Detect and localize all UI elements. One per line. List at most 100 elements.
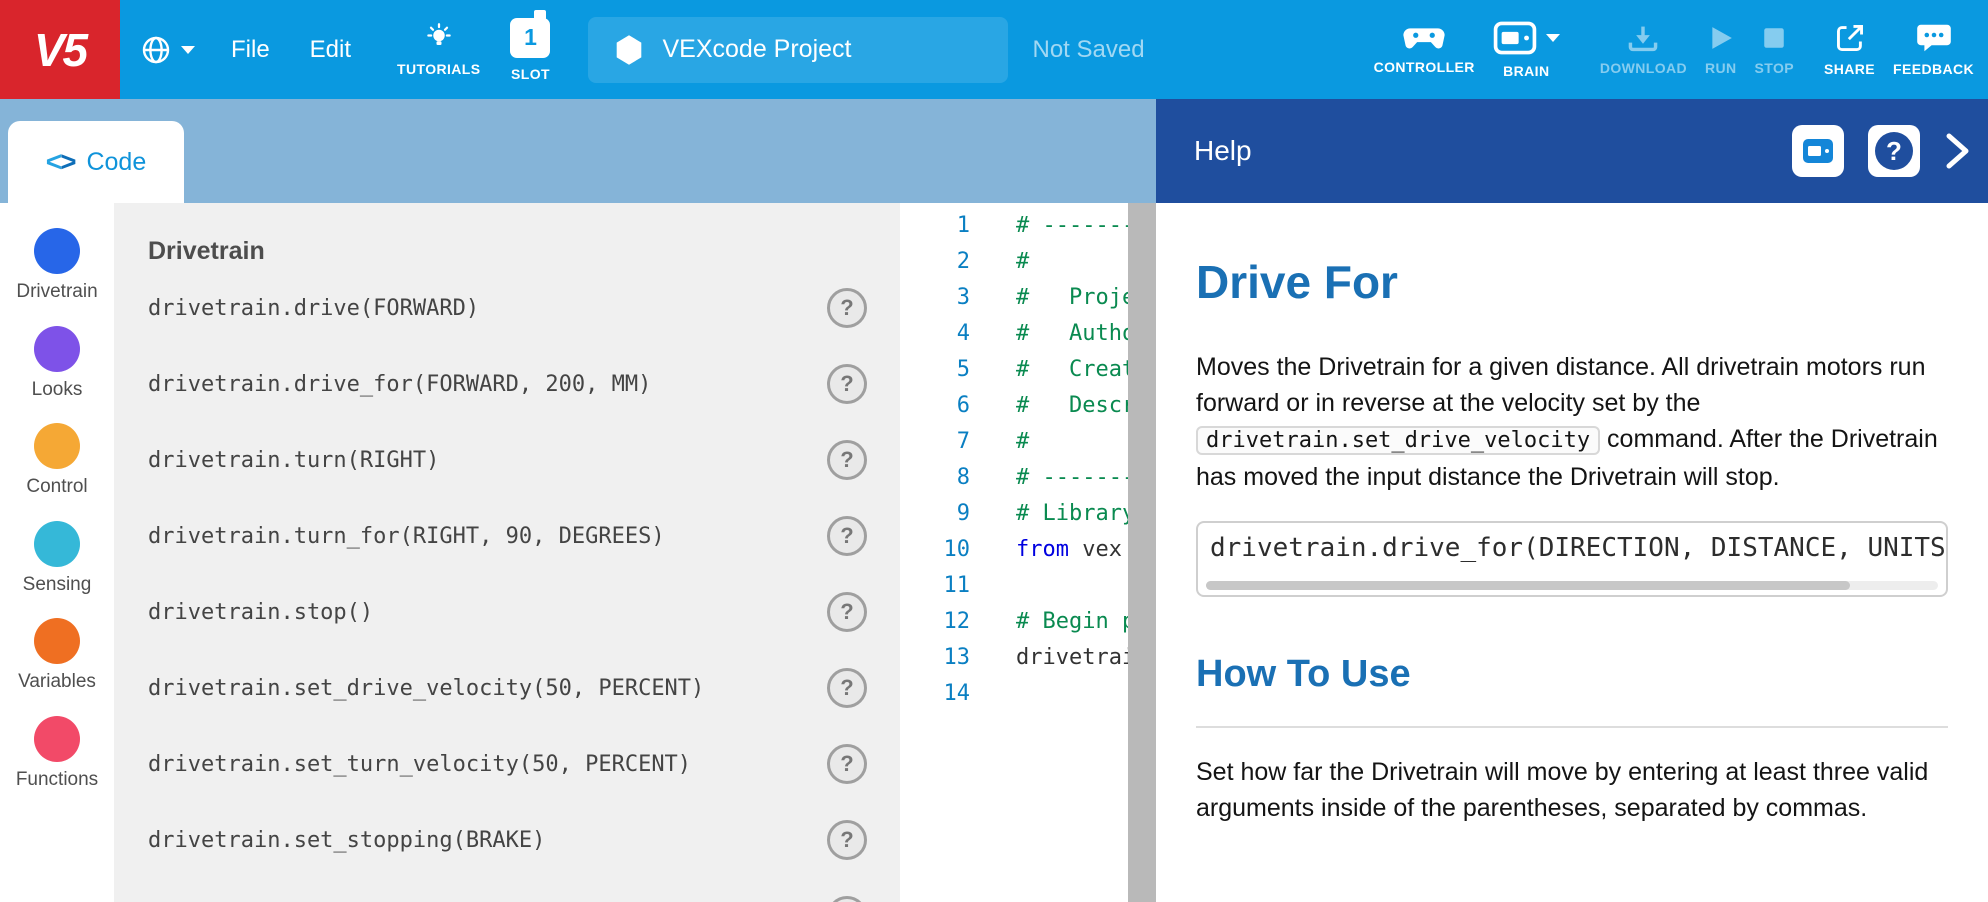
command-row[interactable]: drivetrain.turn(RIGHT)?	[114, 422, 900, 498]
how-to-use-heading: How To Use	[1196, 653, 1948, 696]
feedback-button[interactable]: FEEDBACK	[1889, 0, 1978, 99]
toolbar-spacer	[1150, 0, 1369, 99]
vex-logo: V5	[0, 0, 120, 99]
project-name-button[interactable]: VEXcode Project	[588, 17, 1008, 83]
hexagon-icon	[614, 34, 644, 66]
command-row[interactable]: drivetrain.stop()?	[114, 574, 900, 650]
category-label: Sensing	[0, 574, 114, 596]
code-line: 9# Library	[900, 496, 1128, 532]
share-label: SHARE	[1824, 61, 1875, 77]
command-row[interactable]: drivetrain.drive(FORWARD)?	[114, 270, 900, 346]
save-status: Not Saved	[1032, 36, 1150, 64]
help-question-button[interactable]: ?	[1868, 125, 1920, 177]
line-number: 3	[900, 280, 970, 316]
command-text: drivetrain.set_stopping(BRAKE)	[148, 828, 545, 853]
scrollbar-thumb[interactable]	[1206, 581, 1850, 590]
line-number: 7	[900, 424, 970, 460]
vex-logo-text: V5	[34, 23, 86, 77]
command-row[interactable]: drivetrain.set_drive_velocity(50, PERCEN…	[114, 650, 900, 726]
command-help-button[interactable]: ?	[827, 592, 867, 632]
brain-device-icon	[1801, 137, 1835, 165]
command-help-button[interactable]: ?	[827, 364, 867, 404]
sidebar-item-looks[interactable]: Looks	[0, 326, 114, 401]
share-icon	[1835, 23, 1865, 53]
variables-category-icon	[34, 618, 80, 664]
code-line-text: # ----------	[970, 208, 1128, 244]
share-button[interactable]: SHARE	[1820, 0, 1879, 99]
command-help-button[interactable]: ?	[827, 516, 867, 556]
language-menu-button[interactable]	[130, 0, 205, 99]
sidebar-item-drivetrain[interactable]: Drivetrain	[0, 228, 114, 303]
sidebar-item-variables[interactable]: Variables	[0, 618, 114, 693]
line-number: 13	[900, 640, 970, 676]
command-row[interactable]: drivetrain.set_stopping(BRAKE)?	[114, 802, 900, 878]
command-text: drivetrain.turn_for(RIGHT, 90, DEGREES)	[148, 524, 665, 549]
code-line-text: drivetrain	[970, 640, 1128, 676]
code-brackets-icon: <>	[46, 146, 75, 178]
functions-category-icon	[34, 716, 80, 762]
code-line: 5# Create	[900, 352, 1128, 388]
tutorials-button[interactable]: TUTORIALS	[393, 0, 484, 99]
line-number: 8	[900, 460, 970, 496]
command-row[interactable]: drivetrain.turn_for(RIGHT, 90, DEGREES)?	[114, 498, 900, 574]
sensing-category-icon	[34, 521, 80, 567]
line-number: 9	[900, 496, 970, 532]
run-button[interactable]: RUN	[1701, 0, 1741, 99]
tutorials-label: TUTORIALS	[397, 61, 480, 77]
controller-button[interactable]: CONTROLLER	[1370, 0, 1479, 99]
command-row[interactable]: drivetrain.set_turn_velocity(50, PERCENT…	[114, 726, 900, 802]
command-help-button[interactable]: ?	[827, 440, 867, 480]
play-icon	[1708, 24, 1734, 52]
download-icon	[1627, 24, 1659, 52]
code-line-text: # Library	[970, 496, 1128, 532]
command-row[interactable]: ?	[114, 878, 900, 902]
menu-edit[interactable]: Edit	[296, 0, 365, 99]
category-label: Variables	[0, 671, 114, 693]
editor-scrollbar[interactable]	[1128, 203, 1156, 902]
divider	[1196, 726, 1948, 728]
code-line: 13drivetrain	[900, 640, 1128, 676]
line-number: 14	[900, 676, 970, 712]
line-number: 4	[900, 316, 970, 352]
command-text: drivetrain.drive_for(FORWARD, 200, MM)	[148, 372, 651, 397]
command-row[interactable]: drivetrain.drive_for(FORWARD, 200, MM)?	[114, 346, 900, 422]
code-editor[interactable]: 1# ----------2#3# Proje4# Autho5# Create…	[900, 203, 1128, 902]
help-brain-button[interactable]	[1792, 125, 1844, 177]
help-collapse-button[interactable]	[1942, 129, 1972, 173]
tab-code[interactable]: <> Code	[8, 121, 184, 203]
controller-icon	[1402, 25, 1446, 51]
code-example-scrollbar[interactable]	[1206, 581, 1938, 590]
stop-label: STOP	[1755, 60, 1794, 76]
slot-button[interactable]: 1 SLOT	[506, 0, 554, 99]
sidebar-item-functions[interactable]: Functions	[0, 716, 114, 791]
command-help-button[interactable]: ?	[827, 288, 867, 328]
line-number: 2	[900, 244, 970, 280]
command-help-button[interactable]: ?	[827, 744, 867, 784]
project-title: VEXcode Project	[662, 35, 851, 64]
brain-button[interactable]: BRAIN	[1489, 0, 1564, 99]
sidebar-item-sensing[interactable]: Sensing	[0, 521, 114, 596]
top-toolbar: V5 File Edit TUTORIALS	[0, 0, 1988, 99]
command-help-button[interactable]: ?	[827, 896, 867, 902]
control-category-icon	[34, 423, 80, 469]
code-example-text: drivetrain.drive_for(DIRECTION, DISTANCE…	[1210, 533, 1948, 563]
code-line: 12# Begin p	[900, 604, 1128, 640]
code-line: 6# Descri	[900, 388, 1128, 424]
sidebar-item-control[interactable]: Control	[0, 423, 114, 498]
command-list-panel: Drivetrain drivetrain.drive(FORWARD)?dri…	[114, 203, 900, 902]
line-number: 6	[900, 388, 970, 424]
inline-code: drivetrain.set_drive_velocity	[1196, 426, 1600, 455]
stop-button[interactable]: STOP	[1751, 0, 1798, 99]
stop-icon	[1761, 24, 1787, 52]
download-button[interactable]: DOWNLOAD	[1596, 0, 1691, 99]
line-number: 1	[900, 208, 970, 244]
code-example-box: drivetrain.drive_for(DIRECTION, DISTANCE…	[1196, 521, 1948, 597]
category-sidebar: Drivetrain Looks Control Sensing Variables Fu…	[0, 203, 114, 902]
code-line-text: # Descri	[970, 388, 1128, 424]
command-help-button[interactable]: ?	[827, 668, 867, 708]
chevron-down-icon	[1546, 34, 1560, 42]
help-panel: Help ? Drive For Moves the Drivetrain fo…	[1156, 99, 1988, 902]
menu-file[interactable]: File	[217, 0, 284, 99]
command-help-button[interactable]: ?	[827, 820, 867, 860]
run-label: RUN	[1705, 60, 1737, 76]
